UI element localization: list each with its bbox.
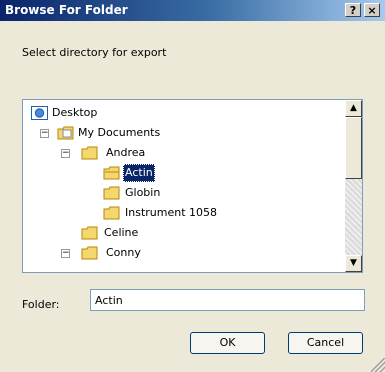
instruction-text: Select directory for export — [22, 46, 167, 59]
tree-label: Globin — [125, 186, 161, 199]
folder-icon — [103, 206, 120, 220]
folder-input[interactable] — [90, 289, 365, 311]
tree-label: Desktop — [52, 106, 98, 119]
folder-icon — [103, 186, 120, 200]
collapse-icon[interactable]: − — [61, 149, 70, 158]
help-button[interactable]: ? — [345, 3, 361, 17]
folder-icon — [81, 226, 98, 240]
folder-icon — [81, 146, 98, 160]
tree-label: Instrument 1058 — [125, 206, 218, 219]
tree-label-selected: Actin — [123, 164, 155, 182]
tree-label: Celine — [104, 226, 139, 239]
documents-folder-icon — [57, 126, 74, 140]
tree-scrollbar[interactable]: ▲ ▼ — [345, 100, 362, 272]
tree-label: Andrea — [106, 146, 146, 159]
collapse-icon[interactable]: − — [61, 249, 70, 258]
folder-field-label: Folder: — [22, 298, 60, 311]
desktop-icon — [31, 106, 48, 120]
open-folder-icon — [103, 166, 120, 180]
cancel-button[interactable]: Cancel — [288, 332, 363, 354]
tree-label: Conny — [106, 246, 141, 259]
scroll-down-icon[interactable]: ▼ — [345, 255, 362, 272]
folder-tree[interactable]: Desktop − My Documents − Andrea Actin Gl… — [22, 99, 363, 273]
ok-button[interactable]: OK — [190, 332, 265, 354]
scroll-thumb[interactable] — [345, 117, 362, 179]
folder-icon — [81, 246, 98, 260]
tree-label: My Documents — [78, 126, 161, 139]
collapse-icon[interactable]: − — [40, 129, 49, 138]
close-button[interactable]: × — [364, 3, 380, 17]
resize-grip-icon[interactable] — [371, 358, 385, 372]
window-title: Browse For Folder — [5, 3, 128, 17]
title-bar: Browse For Folder ? × — [0, 0, 385, 21]
scroll-up-icon[interactable]: ▲ — [345, 100, 362, 117]
